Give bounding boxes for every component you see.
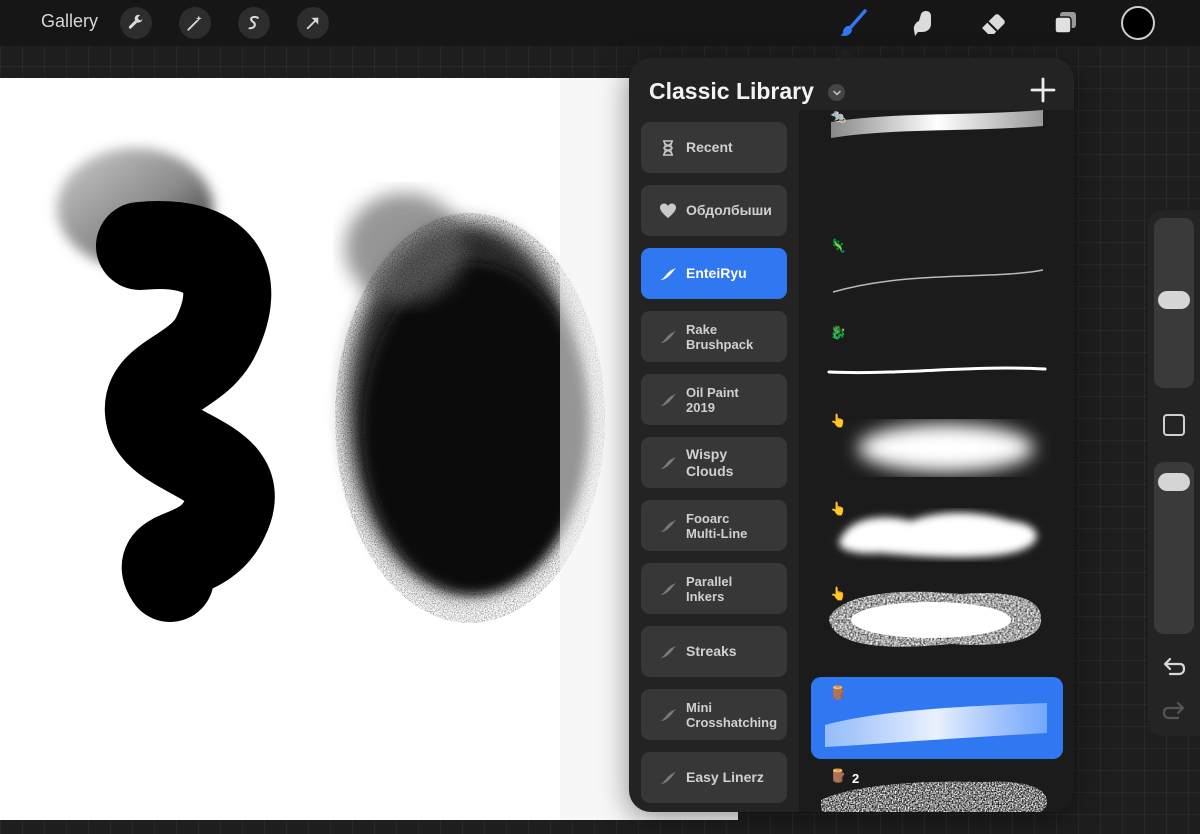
brush-set-icon: [654, 643, 682, 661]
brush-number-label: 2: [852, 771, 860, 786]
brush-item[interactable]: 👆: [811, 578, 1063, 658]
chevron-down-icon: [832, 90, 841, 96]
pointing-hand-emoji-icon: 👆: [830, 501, 847, 516]
brush-set-label: EnteiRyu: [686, 265, 747, 281]
actions-button[interactable]: [120, 7, 152, 39]
smudge-icon: [913, 11, 931, 36]
opacity-slider[interactable]: [1154, 462, 1194, 634]
brush-set-label: Parallel Inkers: [686, 573, 733, 604]
brush-set-item[interactable]: Fooarc Multi-Line: [641, 500, 787, 551]
brush-set-label: Oil Paint 2019: [686, 384, 739, 415]
brush-size-slider[interactable]: [1154, 218, 1194, 388]
brush-stroke-preview: [825, 703, 1047, 747]
library-title[interactable]: Classic Library: [649, 78, 814, 105]
brush-stroke-preview: [821, 781, 1047, 812]
redo-button[interactable]: [1162, 700, 1186, 727]
selection-s-icon: [248, 15, 259, 30]
brush-set-label: Rake Brushpack: [686, 321, 754, 352]
eraser-tool-button[interactable]: [977, 6, 1011, 40]
brush-set-item[interactable]: EnteiRyu: [641, 248, 787, 299]
brush-stroke-preview: [831, 110, 1043, 138]
brush-stroke-preview: [839, 512, 1037, 558]
brush-item[interactable]: 🦎: [811, 230, 1063, 310]
magic-wand-icon: [187, 15, 202, 31]
brush-set-label: Обдолбыши: [686, 202, 772, 218]
color-swatch-button[interactable]: [1121, 6, 1155, 40]
brush-set-label: Streaks: [686, 643, 737, 659]
pointing-hand-emoji-icon: 👆: [830, 413, 847, 428]
brush-set-label: Mini Crosshatching: [686, 699, 778, 730]
brush-set-item[interactable]: Recent: [641, 122, 787, 173]
smudge-tool-button[interactable]: [906, 6, 940, 40]
artwork: [57, 78, 640, 820]
brush-tool-button[interactable]: [836, 6, 870, 40]
brush-set-item[interactable]: Streaks: [641, 626, 787, 677]
brush-set-item[interactable]: Easy Linerz: [641, 752, 787, 803]
opacity-thumb[interactable]: [1158, 473, 1190, 491]
eraser-icon: [982, 14, 1005, 34]
brush-item[interactable]: 👆: [811, 493, 1063, 573]
brush-set-icon: [654, 454, 682, 472]
brush-item[interactable]: 🪵: [811, 677, 1063, 759]
brush-set-item[interactable]: Rake Brushpack: [641, 311, 787, 362]
undo-icon: [1163, 657, 1186, 676]
brush-set-icon: [654, 580, 682, 598]
brush-set-label: Fooarc Multi-Line: [686, 510, 748, 541]
library-menu-button[interactable]: [828, 84, 845, 101]
modify-button[interactable]: [1163, 414, 1185, 436]
brush-set-item[interactable]: Mini Crosshatching: [641, 689, 787, 740]
brush-set-item[interactable]: Wispy Clouds: [641, 437, 787, 488]
hourglass-icon: [654, 139, 682, 157]
brush-set-label: Wispy Clouds: [686, 445, 734, 479]
dragon-emoji-icon: 🐉: [830, 325, 847, 340]
heart-icon: [654, 202, 682, 220]
wood-emoji-icon: 🪵: [830, 768, 847, 783]
brush-item[interactable]: 👆: [811, 405, 1063, 485]
brush-item[interactable]: 🐉: [811, 317, 1063, 397]
selection-button[interactable]: [238, 7, 270, 39]
brush-list: 🐀 🦎 🐉 👆 👆 👆 🪵 🪵 2: [799, 108, 1074, 812]
transform-button[interactable]: [297, 7, 329, 39]
brush-set-item[interactable]: Обдолбыши: [641, 185, 787, 236]
brush-set-icon: [654, 706, 682, 724]
brush-stroke-preview: [827, 366, 1047, 375]
brush-item[interactable]: 🐀: [811, 100, 1063, 180]
brush-stroke-preview: [832, 269, 1044, 293]
brush-set-icon: [654, 517, 682, 535]
brush-set-icon: [654, 769, 682, 787]
rat-emoji-icon: 🐀: [830, 108, 847, 123]
layers-tool-button[interactable]: [1048, 6, 1082, 40]
brush-set-icon: [654, 328, 682, 346]
brush-library-panel: Classic Library Recent Обдолбыши EnteiRyu R…: [629, 58, 1074, 812]
brush-set-item[interactable]: Oil Paint 2019: [641, 374, 787, 425]
undo-button[interactable]: [1162, 656, 1186, 683]
pointing-hand-emoji-icon: 👆: [830, 586, 847, 601]
brush-stroke-preview: [829, 591, 1042, 647]
brush-set-icon: [654, 391, 682, 409]
brush-icon: [840, 9, 867, 36]
gallery-button[interactable]: Gallery: [41, 11, 98, 32]
top-toolbar: Gallery: [0, 0, 1200, 46]
wrench-icon: [128, 14, 143, 29]
drawing-canvas[interactable]: [0, 78, 738, 820]
brush-set-label: Recent: [686, 139, 733, 155]
redo-icon: [1162, 701, 1185, 720]
brush-stroke-preview: [858, 424, 1034, 472]
brush-set-label: Easy Linerz: [686, 769, 764, 785]
side-bar: [1148, 210, 1200, 736]
transform-arrow-icon: [306, 17, 319, 30]
adjustments-button[interactable]: [179, 7, 211, 39]
layers-icon: [1054, 12, 1076, 34]
brush-set-icon: [654, 265, 682, 283]
brush-set-item[interactable]: Parallel Inkers: [641, 563, 787, 614]
brush-item[interactable]: 🪵 2: [811, 760, 1063, 812]
brush-size-thumb[interactable]: [1158, 291, 1190, 309]
lizard-emoji-icon: 🦎: [830, 238, 847, 253]
wood-emoji-icon: 🪵: [830, 685, 847, 700]
